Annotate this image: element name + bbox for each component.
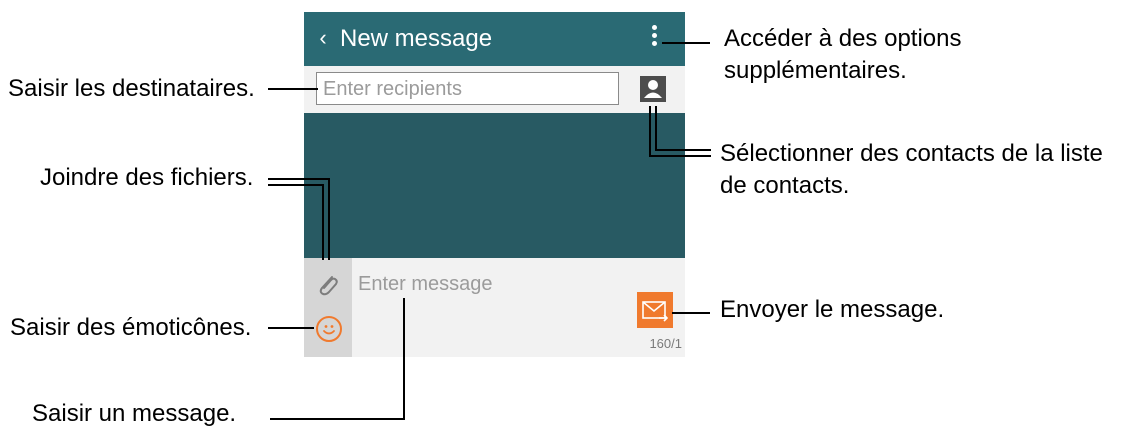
callout-contacts-line1: Sélectionner des contacts de la liste (720, 140, 1103, 167)
callout-message: Saisir un message. (32, 400, 237, 427)
callout-line-contacts-v2 (655, 106, 657, 150)
contact-icon[interactable] (640, 76, 666, 102)
callout-line-attach-h2 (268, 184, 323, 186)
callout-options-line2: supplémentaires. (724, 57, 907, 84)
callout-options-line1: Accéder à des options (724, 25, 962, 52)
callout-line-recipients (268, 88, 318, 90)
callout-attach: Joindre des fichiers. (40, 164, 254, 191)
callout-line-attach-h (268, 178, 330, 180)
callout-line-contacts-h2 (655, 149, 711, 151)
recipients-bar: Enter recipients (304, 66, 685, 113)
callout-emoticons: Saisir des émoticônes. (10, 314, 252, 341)
callout-line-options (662, 42, 710, 44)
send-envelope-icon[interactable] (637, 292, 673, 328)
callout-line-emoticons (268, 327, 314, 329)
smiley-icon[interactable] (316, 316, 342, 342)
callout-contacts-line2: de contacts. (720, 172, 850, 199)
paperclip-icon[interactable] (314, 271, 342, 299)
callout-line-message-v (403, 298, 405, 420)
callout-recipients: Saisir les destinataires. (8, 75, 255, 102)
callout-line-contacts-v (649, 106, 651, 156)
callout-line-attach-v (328, 178, 330, 260)
callout-line-attach-v2 (322, 184, 324, 260)
page-title: New message (340, 25, 493, 52)
message-input[interactable]: Enter message (358, 272, 493, 296)
callout-send: Envoyer le message. (720, 296, 945, 323)
character-counter: 160/1 (649, 336, 682, 351)
phone-screen: ‹ New message Enter recipients Enter mes… (304, 12, 685, 357)
callout-line-send (672, 312, 710, 314)
callout-line-contacts-h (649, 155, 711, 157)
top-bar: ‹ New message (304, 12, 685, 66)
recipients-input[interactable]: Enter recipients (316, 72, 619, 105)
compose-side-panel (304, 258, 352, 357)
compose-area: Enter message 160/1 (304, 258, 685, 357)
chevron-left-icon[interactable]: ‹ (312, 25, 334, 51)
more-vertical-icon[interactable] (646, 22, 662, 56)
callout-line-message-h (270, 418, 405, 420)
